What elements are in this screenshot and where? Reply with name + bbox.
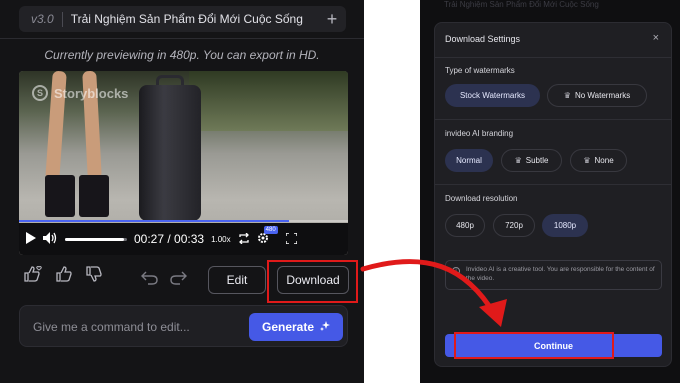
- command-bar: Give me a command to edit... Generate: [19, 305, 348, 347]
- storyblocks-logo-icon: S: [32, 85, 48, 101]
- resolution-section-label: Download resolution: [445, 194, 518, 203]
- command-input[interactable]: Give me a command to edit...: [33, 320, 190, 334]
- dialog-divider: [435, 57, 671, 58]
- dialog-divider: [435, 184, 671, 185]
- project-title-tab[interactable]: Trải Nghiệm Sản Phẩm Đổi Mới Cuộc Sống: [63, 12, 318, 26]
- branding-section-label: invideo AI branding: [445, 129, 514, 138]
- video-player[interactable]: S Storyblocks 00:27 / 00:33 1.00x 480: [19, 71, 348, 255]
- redo-icon[interactable]: [170, 270, 187, 290]
- playback-time: 00:27 / 00:33: [134, 232, 205, 246]
- video-boot-right: [79, 175, 109, 217]
- option-1080p[interactable]: 1080p: [542, 214, 588, 237]
- option-label: 1080p: [553, 221, 577, 230]
- option-720p[interactable]: 720p: [493, 214, 535, 237]
- dialog-divider: [435, 119, 671, 120]
- generate-label: Generate: [261, 320, 315, 334]
- video-boot-left: [45, 175, 75, 217]
- video-progress-fill: [19, 220, 289, 222]
- quality-badge: 480: [263, 226, 278, 234]
- option-normal[interactable]: Normal: [445, 149, 493, 172]
- option-stock-watermarks[interactable]: Stock Watermarks: [445, 84, 540, 107]
- quality-settings-icon[interactable]: 480: [257, 226, 278, 246]
- download-highlight-box: [267, 260, 358, 303]
- option-none[interactable]: ♛ None: [570, 149, 627, 172]
- option-label: Subtle: [525, 156, 549, 165]
- video-controls: 00:27 / 00:33 1.00x 480: [19, 223, 348, 255]
- version-label[interactable]: v3.0: [19, 12, 62, 26]
- preview-note: Currently previewing in 480p. You can ex…: [44, 48, 320, 62]
- watermark-section-label: Type of watermarks: [445, 66, 515, 75]
- watermark-text: Storyblocks: [54, 85, 129, 101]
- add-tab-icon[interactable]: +: [318, 10, 346, 28]
- volume-slider[interactable]: [65, 237, 127, 241]
- header-divider: [0, 38, 364, 39]
- option-label: No Watermarks: [574, 91, 631, 100]
- volume-icon[interactable]: [43, 232, 58, 246]
- thumbs-down-icon[interactable]: [84, 266, 104, 287]
- option-label: 720p: [505, 221, 523, 230]
- crown-icon: ♛: [583, 156, 591, 165]
- option-subtle[interactable]: ♛ Subtle: [501, 149, 562, 172]
- history-controls: [141, 270, 187, 290]
- option-no-watermarks[interactable]: ♛ No Watermarks: [547, 84, 647, 107]
- editor-panel: v3.0 Trải Nghiệm Sản Phẩm Đổi Mới Cuộc S…: [0, 0, 364, 383]
- option-label: 480p: [456, 221, 474, 230]
- thumbs-up-icon[interactable]: [54, 266, 74, 287]
- loop-icon[interactable]: [238, 232, 250, 246]
- background-project-title: Trải Nghiệm Sản Phẩm Đổi Mới Cuộc Sống: [444, 0, 599, 9]
- playback-speed[interactable]: 1.00x: [211, 235, 231, 244]
- crown-icon: ♛: [514, 156, 522, 165]
- project-tab-bar: v3.0 Trải Nghiệm Sản Phẩm Đổi Mới Cuộc S…: [19, 6, 346, 32]
- annotation-arrow-icon: [360, 259, 507, 327]
- video-background-greenery: [189, 71, 348, 131]
- video-suitcase: [139, 85, 201, 221]
- dialog-title: Download Settings: [445, 34, 521, 44]
- option-label: None: [594, 156, 614, 165]
- option-480p[interactable]: 480p: [445, 214, 485, 237]
- continue-highlight-box: [454, 332, 614, 359]
- option-label: Stock Watermarks: [459, 91, 526, 100]
- option-label: Normal: [456, 156, 482, 165]
- play-icon[interactable]: [25, 232, 36, 246]
- generate-button[interactable]: Generate: [249, 313, 343, 341]
- undo-icon[interactable]: [141, 270, 158, 290]
- edit-button[interactable]: Edit: [208, 266, 266, 294]
- fullscreen-icon[interactable]: [284, 231, 298, 246]
- volume-slider-fill: [65, 237, 124, 241]
- sparkle-icon: [320, 320, 331, 334]
- love-it-icon[interactable]: [24, 266, 44, 287]
- crown-icon: ♛: [563, 91, 571, 100]
- screenshot-root: v3.0 Trải Nghiệm Sản Phẩm Đổi Mới Cuộc S…: [0, 0, 680, 383]
- feedback-actions: [24, 266, 104, 287]
- close-icon[interactable]: ×: [653, 32, 659, 44]
- video-progress-bar[interactable]: [19, 220, 348, 222]
- storyblocks-watermark: S Storyblocks: [32, 85, 128, 101]
